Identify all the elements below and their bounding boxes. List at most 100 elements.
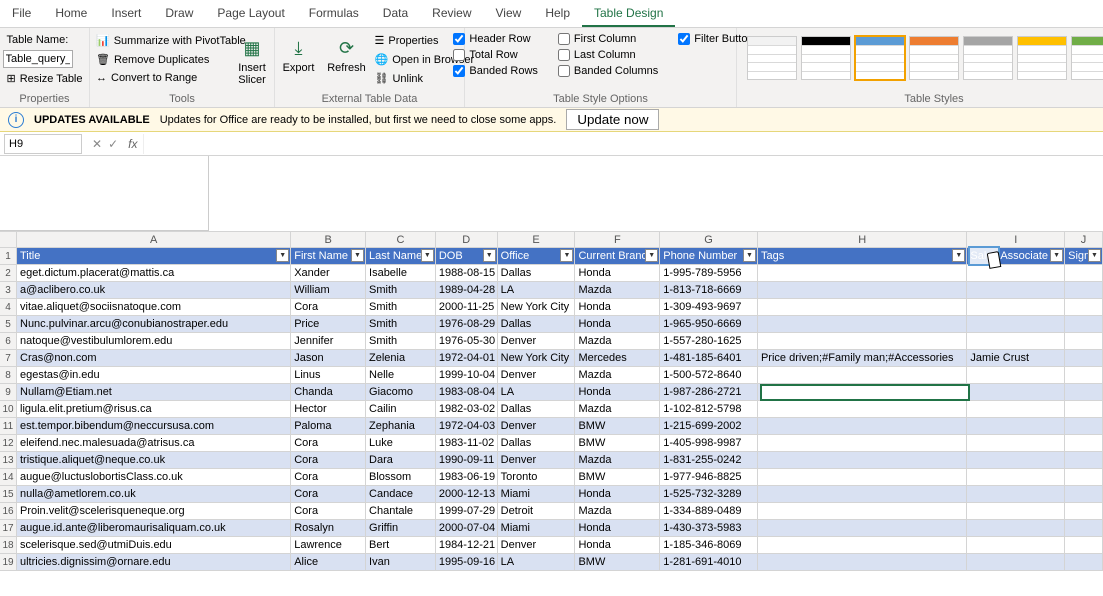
cell[interactable]: est.tempor.bibendum@neccursusa.com: [17, 418, 291, 435]
cell[interactable]: Price driven;#Family man;#Accessories: [758, 350, 967, 367]
cell[interactable]: Giacomo: [366, 384, 436, 401]
tab-insert[interactable]: Insert: [99, 0, 153, 27]
cell[interactable]: Hector: [291, 401, 366, 418]
tab-draw[interactable]: Draw: [153, 0, 205, 27]
cell[interactable]: 1995-09-16: [436, 554, 498, 571]
cell[interactable]: [1065, 333, 1103, 350]
cell[interactable]: BMW: [575, 435, 660, 452]
row-header[interactable]: 12: [0, 435, 17, 452]
cell[interactable]: [1065, 520, 1103, 537]
cell[interactable]: Proin.velit@scelerisqueneque.org: [17, 503, 291, 520]
col-header-G[interactable]: G: [660, 231, 758, 248]
tab-view[interactable]: View: [484, 0, 534, 27]
tab-page-layout[interactable]: Page Layout: [205, 0, 296, 27]
style-swatch-0[interactable]: [747, 36, 797, 80]
row-header[interactable]: 16: [0, 503, 17, 520]
cell[interactable]: [1065, 554, 1103, 571]
cell[interactable]: [1065, 401, 1103, 418]
cell[interactable]: [1065, 486, 1103, 503]
cell[interactable]: eget.dictum.placerat@mattis.ca: [17, 265, 291, 282]
cell[interactable]: Denver: [498, 418, 576, 435]
filter-dropdown-icon[interactable]: ▼: [483, 249, 496, 262]
cell[interactable]: 1-334-889-0489: [660, 503, 758, 520]
cell[interactable]: Rosalyn: [291, 520, 366, 537]
filter-dropdown-icon[interactable]: ▼: [351, 249, 364, 262]
cell[interactable]: 1-281-691-4010: [660, 554, 758, 571]
col-header-B[interactable]: B: [291, 231, 366, 248]
cell[interactable]: William: [291, 282, 366, 299]
cell[interactable]: [758, 469, 967, 486]
cell[interactable]: Mazda: [575, 367, 660, 384]
cell[interactable]: 1972-04-01: [436, 350, 498, 367]
cell[interactable]: Cora: [291, 469, 366, 486]
cell[interactable]: [967, 384, 1065, 401]
cell[interactable]: BMW: [575, 418, 660, 435]
cell[interactable]: Ivan: [366, 554, 436, 571]
cell[interactable]: [967, 265, 1065, 282]
cell[interactable]: Chantale: [366, 503, 436, 520]
cell[interactable]: Price: [291, 316, 366, 333]
table-name-input[interactable]: [3, 50, 73, 68]
filter-dropdown-icon[interactable]: ▼: [560, 249, 573, 262]
cell[interactable]: Dallas: [498, 435, 576, 452]
name-box[interactable]: [4, 134, 82, 154]
cell[interactable]: Isabelle: [366, 265, 436, 282]
cell[interactable]: [758, 333, 967, 350]
col-header-C[interactable]: C: [366, 231, 436, 248]
cell[interactable]: Mercedes: [575, 350, 660, 367]
cell[interactable]: [967, 282, 1065, 299]
cell[interactable]: [1065, 367, 1103, 384]
cell[interactable]: LA: [498, 282, 576, 299]
cell[interactable]: Cora: [291, 486, 366, 503]
update-now-button[interactable]: Update now: [566, 109, 659, 130]
style-swatch-6[interactable]: [1071, 36, 1103, 80]
col-header-J[interactable]: J: [1065, 231, 1103, 248]
cell[interactable]: Honda: [575, 299, 660, 316]
cell[interactable]: 1976-05-30: [436, 333, 498, 350]
cell[interactable]: [967, 520, 1065, 537]
cell[interactable]: Smith: [366, 333, 436, 350]
cell[interactable]: [967, 367, 1065, 384]
chk-banded-rows[interactable]: Banded Rows: [449, 64, 542, 78]
cell[interactable]: natoque@vestibulumlorem.edu: [17, 333, 291, 350]
cell[interactable]: [758, 486, 967, 503]
row-header[interactable]: 17: [0, 520, 17, 537]
cell[interactable]: Denver: [498, 333, 576, 350]
row-header[interactable]: 10: [0, 401, 17, 418]
cell[interactable]: 1-481-185-6401: [660, 350, 758, 367]
cell[interactable]: New York City: [498, 299, 576, 316]
grid[interactable]: 12345678910111213141516171819ABCDEFGHIJT…: [0, 231, 1103, 571]
cell[interactable]: [1065, 265, 1103, 282]
cell[interactable]: 1999-10-04: [436, 367, 498, 384]
filter-dropdown-icon[interactable]: ▼: [1088, 249, 1101, 262]
cell[interactable]: 1-813-718-6669: [660, 282, 758, 299]
cell[interactable]: 1989-04-28: [436, 282, 498, 299]
cell[interactable]: [967, 469, 1065, 486]
cell[interactable]: [758, 418, 967, 435]
filter-dropdown-icon[interactable]: ▼: [743, 249, 756, 262]
cell[interactable]: [1065, 299, 1103, 316]
chk-total-row[interactable]: Total Row: [449, 48, 542, 62]
cell[interactable]: Detroit: [498, 503, 576, 520]
tab-home[interactable]: Home: [43, 0, 99, 27]
cell[interactable]: Cora: [291, 452, 366, 469]
cell[interactable]: 1-500-572-8640: [660, 367, 758, 384]
row-header[interactable]: 14: [0, 469, 17, 486]
col-header-D[interactable]: D: [436, 231, 498, 248]
insert-slicer-button[interactable]: ▦ Insert Slicer: [232, 32, 272, 88]
cell[interactable]: a@aclibero.co.uk: [17, 282, 291, 299]
cell[interactable]: [967, 435, 1065, 452]
cell[interactable]: New York City: [498, 350, 576, 367]
cell[interactable]: BMW: [575, 469, 660, 486]
cell[interactable]: Smith: [366, 299, 436, 316]
cell[interactable]: 1983-08-04: [436, 384, 498, 401]
cell[interactable]: Cora: [291, 503, 366, 520]
row-header[interactable]: 15: [0, 486, 17, 503]
cell[interactable]: Toronto: [498, 469, 576, 486]
cell[interactable]: Blossom: [366, 469, 436, 486]
col-header-E[interactable]: E: [498, 231, 576, 248]
cell[interactable]: [758, 367, 967, 384]
cell[interactable]: [1065, 452, 1103, 469]
cell[interactable]: Honda: [575, 384, 660, 401]
resize-table[interactable]: ⊞Resize Table: [3, 70, 87, 87]
